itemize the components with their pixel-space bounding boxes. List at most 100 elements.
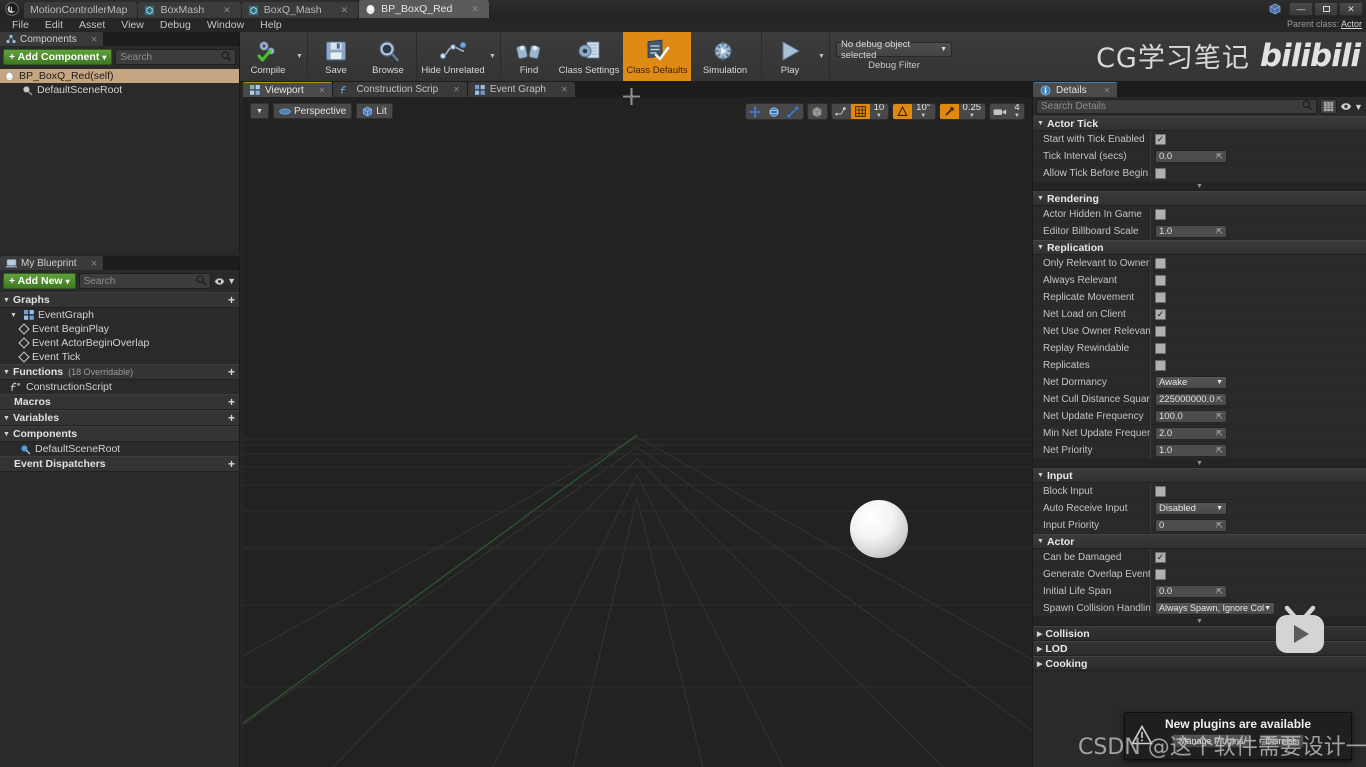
details-section-rendering[interactable]: ▼ Rendering bbox=[1033, 191, 1366, 206]
add-new-button[interactable]: + Add New ▾ bbox=[3, 273, 76, 289]
viewport-3d[interactable]: ▼ Perspective Lit 10 ▼ 10° ▼ 0.25 ▼ 4 ▼ bbox=[243, 97, 1032, 767]
window-tab-1[interactable]: BoxMash ✕ bbox=[138, 2, 241, 18]
grid-snap-value[interactable]: 10 ▼ bbox=[870, 104, 889, 119]
details-columns-button[interactable] bbox=[1320, 99, 1337, 114]
world-icon[interactable] bbox=[808, 104, 827, 119]
spinner-icon[interactable]: ⇱ bbox=[1216, 587, 1223, 596]
section-expander-actor[interactable]: ▼ bbox=[1033, 617, 1366, 626]
number-input-min-net-update-frequency[interactable]: 2.0 ⇱ bbox=[1155, 426, 1227, 440]
details-section-actor-tick[interactable]: ▼ Actor Tick bbox=[1033, 116, 1366, 131]
find-button[interactable]: Find bbox=[503, 32, 555, 81]
tab-event-graph-close-icon[interactable]: ✕ bbox=[561, 85, 568, 94]
view-mode-button[interactable]: Perspective bbox=[273, 103, 353, 119]
menu-item-help[interactable]: Help bbox=[252, 18, 290, 32]
checkbox-allow-tick-before-begin-play[interactable] bbox=[1155, 167, 1166, 179]
checkbox-net-use-owner-relevancy[interactable] bbox=[1155, 325, 1166, 337]
camera-icon[interactable] bbox=[990, 104, 1010, 119]
spinner-icon[interactable]: ⇱ bbox=[1216, 446, 1223, 455]
checkbox-only-relevant-to-owner[interactable] bbox=[1155, 257, 1166, 269]
details-section-actor[interactable]: ▼ Actor bbox=[1033, 534, 1366, 549]
window-tab-1-close-icon[interactable]: ✕ bbox=[209, 5, 231, 16]
number-input-initial-life-span[interactable]: 0.0 ⇱ bbox=[1155, 584, 1227, 598]
checkbox-can-be-damaged[interactable]: ✓ bbox=[1155, 551, 1166, 563]
close-button[interactable]: ✕ bbox=[1339, 2, 1363, 16]
section-event-dispatchers[interactable]: Event Dispatchers + bbox=[0, 456, 239, 472]
dropdown-net-dormancy[interactable]: Awake ▼ bbox=[1155, 375, 1227, 389]
spinner-icon[interactable]: ⇱ bbox=[1216, 395, 1223, 404]
section-macros[interactable]: Macros + bbox=[0, 394, 239, 410]
number-input-net-cull-distance-squared[interactable]: 225000000.0 ⇱ bbox=[1155, 392, 1227, 406]
spinner-icon[interactable]: ⇱ bbox=[1216, 152, 1223, 161]
section-graphs[interactable]: ▼ Graphs + bbox=[0, 292, 239, 308]
window-tab-0[interactable]: MotionControllerMap bbox=[24, 2, 138, 18]
menu-item-asset[interactable]: Asset bbox=[71, 18, 113, 32]
number-input-tick-interval[interactable]: 0.0 ⇱ bbox=[1155, 149, 1227, 163]
tab-components-close-icon[interactable]: ✕ bbox=[91, 35, 98, 44]
manage-plugins-button[interactable]: Manage Plugins bbox=[1171, 734, 1251, 748]
details-section-input[interactable]: ▼ Input bbox=[1033, 468, 1366, 483]
my-blueprint-search-input[interactable]: Search bbox=[78, 273, 211, 289]
menu-item-file[interactable]: File bbox=[4, 18, 37, 32]
tab-viewport[interactable]: Viewport ✕ bbox=[243, 82, 333, 97]
dropdown-spawn-collision-handling[interactable]: Always Spawn, Ignore Collisions ▼ bbox=[1155, 601, 1275, 615]
grid-snap-toggle[interactable] bbox=[850, 104, 870, 119]
menu-item-debug[interactable]: Debug bbox=[152, 18, 199, 32]
details-search-input[interactable]: Search Details bbox=[1036, 99, 1317, 114]
graph-event-tick[interactable]: Event Tick bbox=[0, 350, 239, 364]
play-button[interactable]: Play bbox=[764, 32, 816, 81]
angle-snap-toggle[interactable] bbox=[893, 104, 913, 119]
details-section-collision[interactable]: ▶ Collision bbox=[1033, 626, 1366, 641]
tab-event-graph[interactable]: Event Graph ✕ bbox=[467, 82, 575, 97]
tab-details[interactable]: Details ✕ bbox=[1033, 82, 1118, 97]
checkbox-replay-rewindable[interactable] bbox=[1155, 342, 1166, 354]
section-functions[interactable]: ▼ Functions (18 Overridable) + bbox=[0, 364, 239, 380]
spinner-icon[interactable]: ⇱ bbox=[1216, 412, 1223, 421]
spinner-icon[interactable]: ⇱ bbox=[1216, 227, 1223, 236]
play-dropdown-arrow-icon[interactable]: ▼ bbox=[816, 32, 827, 81]
menu-item-edit[interactable]: Edit bbox=[37, 18, 71, 32]
component-row-default-scene-root[interactable]: DefaultSceneRoot bbox=[0, 83, 239, 97]
window-tab-2-close-icon[interactable]: ✕ bbox=[327, 5, 349, 16]
rotate-icon[interactable] bbox=[765, 104, 784, 119]
section-macros-add-icon[interactable]: + bbox=[228, 396, 235, 408]
components-search-input[interactable]: Search bbox=[115, 49, 236, 65]
spinner-icon[interactable]: ⇱ bbox=[1216, 521, 1223, 530]
tab-construction-script[interactable]: Construction Scrip ✕ bbox=[333, 82, 467, 97]
checkbox-replicate-movement[interactable] bbox=[1155, 291, 1166, 303]
dismiss-button[interactable]: Dismiss bbox=[1258, 734, 1305, 748]
graph-event-begin-play[interactable]: Event BeginPlay bbox=[0, 322, 239, 336]
class-settings-button[interactable]: Class Settings bbox=[555, 32, 623, 81]
preview-sphere-mesh[interactable] bbox=[850, 500, 908, 558]
hide-unrelated-button[interactable]: Hide Unrelated bbox=[419, 32, 487, 81]
checkbox-always-relevant[interactable] bbox=[1155, 274, 1166, 286]
tab-details-close-icon[interactable]: ✕ bbox=[1104, 86, 1111, 95]
viewport-options-button[interactable]: ▼ bbox=[250, 103, 269, 119]
maximize-button[interactable] bbox=[1314, 2, 1338, 16]
add-component-button[interactable]: + Add Component ▾ bbox=[3, 49, 113, 65]
number-input-net-priority[interactable]: 1.0 ⇱ bbox=[1155, 443, 1227, 457]
section-expander-actor-tick[interactable]: ▼ bbox=[1033, 182, 1366, 191]
visibility-options-button[interactable]: ▼ bbox=[214, 273, 236, 289]
component-item-default-scene-root[interactable]: DefaultSceneRoot bbox=[0, 442, 239, 456]
browse-button[interactable]: Browse bbox=[362, 32, 414, 81]
window-tab-2[interactable]: BoxQ_Mash ✕ bbox=[241, 2, 359, 18]
tab-construction-script-close-icon[interactable]: ✕ bbox=[453, 85, 460, 94]
section-graphs-add-icon[interactable]: + bbox=[228, 294, 235, 306]
menu-item-view[interactable]: View bbox=[113, 18, 152, 32]
debug-object-select[interactable]: No debug object selected ▼ bbox=[836, 39, 952, 61]
scale-snap-value[interactable]: 0.25 ▼ bbox=[959, 104, 986, 119]
checkbox-start-with-tick-enabled[interactable]: ✓ bbox=[1155, 133, 1166, 145]
number-input-input-priority[interactable]: 0 ⇱ bbox=[1155, 518, 1227, 532]
scale-icon[interactable] bbox=[784, 104, 803, 119]
tab-my-blueprint-close-icon[interactable]: ✕ bbox=[91, 259, 98, 268]
class-defaults-button[interactable]: Class Defaults bbox=[623, 32, 691, 81]
spinner-icon[interactable]: ⇱ bbox=[1216, 429, 1223, 438]
section-variables[interactable]: ▼ Variables + bbox=[0, 410, 239, 426]
lighting-mode-button[interactable]: Lit bbox=[356, 103, 393, 119]
angle-snap-value[interactable]: 10° ▼ bbox=[912, 104, 934, 119]
section-event-dispatchers-add-icon[interactable]: + bbox=[228, 458, 235, 470]
checkbox-block-input[interactable] bbox=[1155, 485, 1166, 497]
number-input-net-update-frequency[interactable]: 100.0 ⇱ bbox=[1155, 409, 1227, 423]
number-input-editor-billboard-scale[interactable]: 1.0 ⇱ bbox=[1155, 224, 1227, 238]
tab-components[interactable]: Components ✕ bbox=[0, 32, 104, 46]
